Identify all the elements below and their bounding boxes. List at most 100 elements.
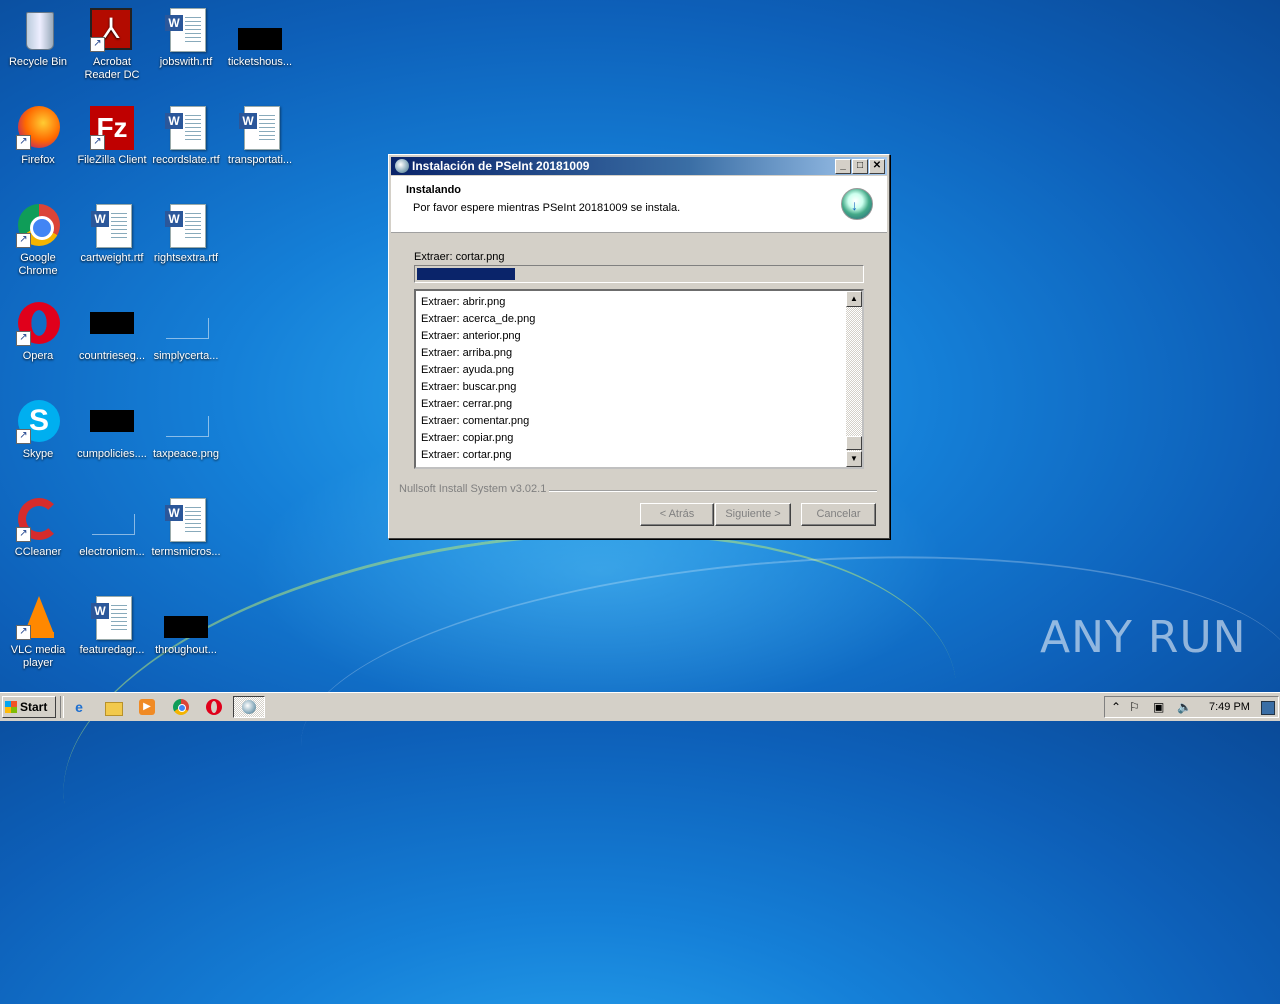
internet-explorer-icon[interactable]: e xyxy=(70,698,88,716)
show-desktop-icon[interactable] xyxy=(1261,701,1275,715)
start-label: Start xyxy=(20,700,48,714)
dialog-header: Instalando Por favor espere mientras PSe… xyxy=(391,176,887,233)
desktop-icon-label: CCleaner xyxy=(14,546,62,558)
desktop-icon-label: featuredagr... xyxy=(79,644,145,656)
taskbar-clock[interactable]: 7:49 PM xyxy=(1209,699,1250,715)
desktop-icon-throughout[interactable]: throughout... xyxy=(148,596,224,657)
blank-file-icon xyxy=(90,498,135,542)
log-row: Extraer: cerrar.png xyxy=(421,398,513,410)
desktop-icon-label: cartweight.rtf xyxy=(80,252,144,264)
desktop-icon-label: termsmicros... xyxy=(151,546,221,558)
shortcut-arrow-icon: ↗ xyxy=(90,135,105,150)
word-doc-icon: W xyxy=(164,106,208,150)
desktop-icon-label: rightsextra.rtf xyxy=(153,252,219,264)
desktop-icon-opera[interactable]: ↗ Opera xyxy=(0,302,76,363)
tray-expand-icon[interactable]: ⌃ xyxy=(1111,699,1121,715)
log-row: Extraer: arriba.png xyxy=(421,347,513,359)
desktop-icon-vlc[interactable]: ↗ VLC media player xyxy=(0,596,76,670)
log-scrollbar[interactable]: ▲ ▼ xyxy=(846,291,862,467)
desktop-icon-filezilla[interactable]: Fz ↗ FileZilla Client xyxy=(74,106,150,167)
shortcut-arrow-icon: ↗ xyxy=(16,625,31,640)
desktop-icon-taxpeace[interactable]: taxpeace.png xyxy=(148,400,224,461)
desktop-icon-label: transportati... xyxy=(227,154,293,166)
desktop-icon-skype[interactable]: S ↗ Skype xyxy=(0,400,76,461)
action-center-flag-icon[interactable]: ⚐ xyxy=(1129,699,1140,715)
desktop-icon-ticketshous[interactable]: ticketshous... xyxy=(222,8,298,69)
scroll-down-icon[interactable]: ▼ xyxy=(846,451,862,467)
desktop-icon-label: Recycle Bin xyxy=(8,56,68,68)
desktop-icon-label: countrieseg... xyxy=(78,350,146,362)
minimize-button[interactable]: _ xyxy=(835,159,851,174)
opera-icon: ↗ xyxy=(16,302,60,346)
desktop-icon-recycle-bin[interactable]: Recycle Bin xyxy=(0,8,76,69)
desktop-icon-label: Acrobat Reader DC xyxy=(84,56,140,81)
desktop-icon-rightsextra[interactable]: W rightsextra.rtf xyxy=(148,204,224,265)
window-title: Instalación de PSeInt 20181009 xyxy=(412,159,590,173)
close-button[interactable]: ✕ xyxy=(869,159,885,174)
maximize-button[interactable]: □ xyxy=(852,159,868,174)
scroll-up-icon[interactable]: ▲ xyxy=(846,291,862,307)
desktop-icon-cartweight[interactable]: W cartweight.rtf xyxy=(74,204,150,265)
blank-file-icon xyxy=(164,400,209,444)
shortcut-arrow-icon: ↗ xyxy=(90,37,105,52)
system-tray: ⌃ ⚐ ▣ 🔈 7:49 PM xyxy=(1104,696,1279,718)
desktop-icon-label: VLC media player xyxy=(10,644,66,669)
desktop-icon-acrobat[interactable]: ⅄ ↗ Acrobat Reader DC xyxy=(74,8,150,82)
shortcut-arrow-icon: ↗ xyxy=(16,527,31,542)
desktop-icon-firefox[interactable]: ↗ Firefox xyxy=(0,106,76,167)
desktop-icon-ccleaner[interactable]: ↗ CCleaner xyxy=(0,498,76,559)
start-button[interactable]: Start xyxy=(2,696,56,718)
next-button[interactable]: Siguiente > xyxy=(715,503,791,526)
explorer-folder-icon[interactable] xyxy=(104,698,123,716)
cancel-button[interactable]: Cancelar xyxy=(801,503,876,526)
scroll-thumb[interactable] xyxy=(846,436,862,450)
nsis-branding: Nullsoft Install System v3.02.1 xyxy=(399,483,550,495)
network-icon[interactable]: ▣ xyxy=(1153,699,1164,715)
log-row: Extraer: abrir.png xyxy=(421,296,506,308)
back-button[interactable]: < Atrás xyxy=(640,503,714,526)
desktop-icon-recordslate[interactable]: W recordslate.rtf xyxy=(148,106,224,167)
desktop-icon-label: electronicm... xyxy=(79,546,145,558)
details-log[interactable]: Extraer: abrir.png Extraer: acerca_de.png… xyxy=(414,289,864,469)
filezilla-icon: Fz ↗ xyxy=(90,106,134,150)
desktop-icon-label: recordslate.rtf xyxy=(152,154,220,166)
desktop-icon-cumpolicies[interactable]: cumpolicies.... xyxy=(74,400,150,461)
desktop-icon-label: taxpeace.png xyxy=(152,448,220,460)
desktop-icon-termsmicros[interactable]: W termsmicros... xyxy=(148,498,224,559)
chrome-icon: ↗ xyxy=(16,204,60,248)
desktop-icon-featuredagr[interactable]: W featuredagr... xyxy=(74,596,150,657)
word-doc-icon: W xyxy=(164,498,208,542)
taskbar-installer-button[interactable] xyxy=(233,696,265,718)
redacted-thumbnail-icon xyxy=(90,400,134,444)
log-row: Extraer: ayuda.png xyxy=(421,364,514,376)
shortcut-arrow-icon: ↗ xyxy=(16,331,31,346)
desktop-icon-electronicm[interactable]: electronicm... xyxy=(74,498,150,559)
title-bar[interactable]: Instalación de PSeInt 20181009 _ □ ✕ xyxy=(391,157,887,175)
opera-taskbar-icon[interactable] xyxy=(205,698,223,716)
acrobat-icon: ⅄ ↗ xyxy=(90,8,134,52)
progress-bar xyxy=(414,265,864,283)
desktop-icon-jobswith[interactable]: W jobswith.rtf xyxy=(148,8,224,69)
log-rows: Extraer: abrir.png Extraer: acerca_de.png… xyxy=(421,294,535,464)
shortcut-arrow-icon: ↗ xyxy=(16,135,31,150)
firefox-icon: ↗ xyxy=(16,106,60,150)
desktop-icon-label: throughout... xyxy=(155,644,217,656)
desktop-icon-label: Opera xyxy=(22,350,54,362)
desktop-icon-chrome[interactable]: ↗ Google Chrome xyxy=(0,204,76,278)
desktop-icon-label: Firefox xyxy=(21,154,55,166)
page-heading: Instalando xyxy=(406,184,462,196)
shortcut-arrow-icon: ↗ xyxy=(16,233,31,248)
log-row: Extraer: cortar.png xyxy=(421,449,512,461)
installer-dialog: Instalación de PSeInt 20181009 _ □ ✕ Ins… xyxy=(388,154,890,539)
recycle-bin-icon xyxy=(16,8,60,52)
desktop-icon-countrieseg[interactable]: countrieseg... xyxy=(74,302,150,363)
volume-icon[interactable]: 🔈 xyxy=(1177,699,1192,715)
desktop-icon-simplycerta[interactable]: simplycerta... xyxy=(148,302,224,363)
media-player-icon[interactable]: ▶ xyxy=(138,698,156,716)
desktop-icon-transportati[interactable]: W transportati... xyxy=(222,106,298,167)
chrome-taskbar-icon[interactable] xyxy=(172,698,190,716)
blank-file-icon xyxy=(164,302,209,346)
desktop-icon-label: FileZilla Client xyxy=(77,154,147,166)
log-row: Extraer: buscar.png xyxy=(421,381,517,393)
shortcut-arrow-icon: ↗ xyxy=(16,429,31,444)
